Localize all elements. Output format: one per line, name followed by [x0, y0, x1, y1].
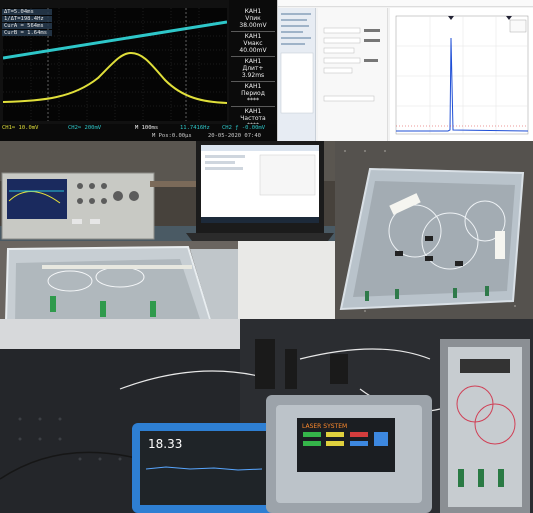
measure-2-value: 40.00mV	[239, 47, 267, 54]
ch2-trigger: CH2 ƒ -0.00mV	[222, 125, 266, 131]
menu-bar	[278, 0, 533, 7]
settings-form	[318, 8, 388, 141]
oscilloscope-icon	[1, 172, 155, 240]
ch1-scale: CH1≈ 10.0mV	[2, 125, 39, 131]
measure-5-channel: КАН1	[244, 108, 262, 115]
measure-3-value: 3.92ms	[241, 72, 265, 79]
ch2-scale: CH2≈ 200mV	[68, 125, 102, 131]
trigger-frequency: 11.7416Hz	[180, 125, 210, 131]
fiber-box-enclosed	[440, 339, 530, 513]
hud-inverse-dt: 1/ΔT=198.4Hz	[2, 16, 52, 22]
measure-1-name: Vпик	[245, 15, 261, 22]
timebase: M 100ms	[135, 125, 159, 131]
oscilloscope-screenshot: ΔT=5.04ms 1/ΔT=198.4Hz CurA = 564ms CurB…	[0, 0, 277, 141]
measure-separator	[231, 56, 275, 57]
measure-2-name: Vмакс	[243, 40, 263, 47]
laptop-icon	[186, 141, 334, 241]
measure-4-channel: КАН1	[244, 83, 262, 90]
m-position: M Pos:0.00μs	[152, 133, 192, 139]
measure-4-value: ****	[247, 97, 259, 104]
spectrum-plot	[390, 8, 533, 141]
photo-fiber-box-right	[335, 141, 533, 319]
measure-3-name: Длит+	[242, 65, 264, 72]
measure-separator	[231, 31, 275, 32]
measure-5-name: Частота	[240, 115, 266, 122]
tablet-readout: 18.33	[148, 437, 182, 451]
laser-controller-icon: LASER SYSTEM	[266, 395, 432, 513]
measure-1-channel: КАН1	[244, 8, 262, 15]
measure-2-channel: КАН1	[244, 33, 262, 40]
measurement-panel: КАН1 Vпик 38.00mV КАН1 Vмакс 40.00mV КАН…	[229, 0, 277, 141]
hud-cursor-b: CurB = 1.64ms	[2, 30, 52, 36]
photo-bench-setup	[0, 141, 335, 241]
measure-separator	[231, 81, 275, 82]
datetime: 20-05-2020 07:40	[208, 133, 261, 139]
tablet-icon: 18.33	[132, 423, 276, 513]
controller-title: LASER SYSTEM	[302, 423, 347, 430]
measure-1-value: 38.00mV	[239, 22, 267, 29]
hud-dt: ΔT=5.04ms	[2, 9, 52, 15]
navigation-pane	[278, 8, 316, 141]
scope-status-bar: CH1≈ 10.0mV CH2≈ 200mV M 100ms 11.7416Hz…	[0, 124, 277, 141]
measure-separator	[231, 106, 275, 107]
spectrum-chart	[395, 15, 529, 135]
software-screenshot	[277, 0, 533, 141]
measure-3-channel: КАН1	[244, 58, 262, 65]
photo-lab-devices: 18.33 LASER SYSTEM	[0, 319, 533, 513]
measure-4-name: Период	[241, 90, 265, 97]
hud-cursor-a: CurA = 564ms	[2, 23, 52, 29]
